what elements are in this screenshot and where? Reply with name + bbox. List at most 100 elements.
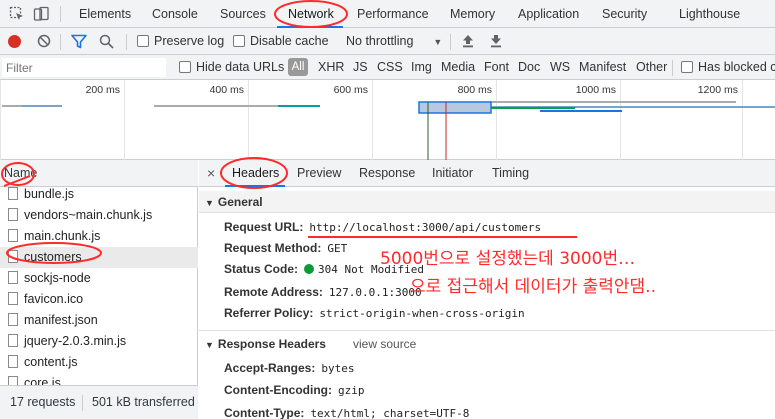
request-name: content.js: [24, 355, 78, 369]
transferred-size: 501 kB transferred: [92, 395, 195, 409]
tab-initiator[interactable]: Initiator: [432, 160, 473, 187]
search-icon[interactable]: [99, 34, 114, 52]
annotation-text-line2: 으로 접근해서 데이터가 출력안댐..: [410, 277, 656, 297]
request-name: manifest.json: [24, 313, 98, 327]
has-blocked-label: Has blocked c: [698, 60, 775, 74]
network-toolbar: Preserve log Disable cache No throttling…: [0, 28, 775, 55]
file-icon: [8, 250, 18, 263]
timeline-waterfall-graph: [2, 101, 775, 160]
request-name: jquery-2.0.3.min.js: [24, 334, 127, 348]
header-key: Accept-Ranges:: [224, 361, 316, 375]
header-row-content-type: Content-Type: text/html; charset=UTF-8: [224, 403, 469, 419]
status-bar: 17 requests 501 kB transferred: [0, 385, 198, 419]
request-row[interactable]: sockjs-node: [0, 268, 198, 289]
type-filter-js[interactable]: JS: [353, 55, 368, 80]
request-row[interactable]: main.chunk.js: [0, 226, 198, 247]
close-icon[interactable]: ×: [207, 160, 215, 187]
tab-security[interactable]: Security: [602, 0, 647, 28]
header-value: bytes: [321, 362, 355, 375]
timeline-overview[interactable]: 200 ms 400 ms 600 ms 800 ms 1000 ms 1200…: [0, 80, 775, 160]
tab-lighthouse[interactable]: Lighthouse: [679, 0, 740, 28]
header-value: text/html; charset=UTF-8: [310, 407, 470, 419]
type-filter-doc[interactable]: Doc: [518, 55, 540, 80]
collapse-triangle-icon: ▼: [205, 340, 214, 350]
file-icon: [8, 292, 18, 305]
request-row[interactable]: content.js: [0, 352, 198, 373]
request-row[interactable]: manifest.json: [0, 310, 198, 331]
tab-memory[interactable]: Memory: [450, 0, 495, 28]
devtools-tab-bar: Elements Console Sources Network Perform…: [0, 0, 775, 28]
file-icon: [8, 334, 18, 347]
tab-performance[interactable]: Performance: [357, 0, 429, 28]
header-value: gzip: [337, 384, 365, 397]
header-key: Remote Address:: [224, 285, 323, 299]
chevron-down-icon: ▼: [433, 37, 443, 47]
header-key: Content-Encoding:: [224, 383, 332, 397]
header-row-request-url: Request URL: http://localhost:3000/api/cu…: [224, 217, 541, 238]
throttling-select[interactable]: No throttling ▼: [346, 28, 442, 55]
tab-response[interactable]: Response: [359, 160, 415, 187]
request-name: sockjs-node: [24, 271, 91, 285]
header-row-referrer-policy: Referrer Policy: strict-origin-when-cross…: [224, 303, 525, 324]
tab-sources[interactable]: Sources: [220, 0, 266, 28]
tab-timing[interactable]: Timing: [492, 160, 529, 187]
request-row[interactable]: vendors~main.chunk.js: [0, 205, 198, 226]
annotation-text-line1: 5000번으로 설정했는데 3000번…: [380, 249, 636, 269]
export-har-icon[interactable]: [490, 34, 502, 51]
view-source-link[interactable]: view source: [353, 334, 416, 355]
hide-data-urls-label: Hide data URLs: [196, 60, 285, 74]
request-row[interactable]: jquery-2.0.3.min.js: [0, 331, 198, 352]
import-har-icon[interactable]: [462, 34, 474, 51]
response-headers-title: Response Headers: [217, 337, 326, 351]
tab-application[interactable]: Application: [518, 0, 579, 28]
tab-network[interactable]: Network: [288, 0, 334, 28]
device-toolbar-icon[interactable]: [33, 6, 49, 22]
filter-bar: Hide data URLs All XHR JS CSS Img Media …: [0, 55, 775, 80]
file-icon: [8, 229, 18, 242]
has-blocked-cookies-checkbox[interactable]: Has blocked c: [681, 55, 775, 80]
request-row[interactable]: favicon.ico: [0, 289, 198, 310]
request-name: bundle.js: [24, 187, 75, 201]
request-list-pane: Name bundle.js vendors~main.chunk.js mai…: [0, 160, 198, 419]
request-row-selected[interactable]: customers: [0, 247, 198, 268]
request-name: customers: [24, 250, 82, 264]
response-headers-section-header[interactable]: ▼ Response Headers: [205, 334, 326, 355]
active-tab-indicator: [225, 185, 285, 187]
preserve-log-checkbox[interactable]: Preserve log: [137, 28, 224, 55]
record-icon[interactable]: [8, 35, 21, 48]
file-icon: [8, 355, 18, 368]
inspect-element-icon[interactable]: [9, 6, 25, 22]
type-filter-css[interactable]: CSS: [377, 55, 403, 80]
clear-icon[interactable]: [37, 34, 51, 51]
request-row[interactable]: core.js: [0, 373, 198, 385]
request-count: 17 requests: [10, 395, 76, 409]
header-value: GET: [327, 242, 348, 255]
tab-console[interactable]: Console: [152, 0, 198, 28]
filter-input[interactable]: [2, 58, 166, 77]
hide-data-urls-checkbox[interactable]: Hide data URLs: [179, 55, 284, 80]
disable-cache-checkbox[interactable]: Disable cache: [233, 28, 329, 55]
header-row-content-encoding: Content-Encoding: gzip: [224, 380, 364, 401]
type-filter-ws[interactable]: WS: [550, 55, 570, 80]
type-filter-manifest[interactable]: Manifest: [579, 55, 626, 80]
request-name: vendors~main.chunk.js: [24, 208, 153, 222]
file-icon: [8, 208, 18, 221]
request-row[interactable]: bundle.js: [0, 184, 198, 205]
general-section-header[interactable]: ▼ General: [199, 191, 775, 213]
type-filter-img[interactable]: Img: [411, 55, 432, 80]
header-row-request-method: Request Method: GET: [224, 238, 347, 259]
tab-headers[interactable]: Headers: [232, 160, 279, 187]
type-filter-font[interactable]: Font: [484, 55, 509, 80]
file-icon: [8, 376, 18, 385]
header-key: Referrer Policy:: [224, 306, 314, 320]
type-filter-xhr[interactable]: XHR: [318, 55, 344, 80]
tab-preview[interactable]: Preview: [297, 160, 341, 187]
type-filter-other[interactable]: Other: [636, 55, 667, 80]
header-value: strict-origin-when-cross-origin: [319, 307, 525, 320]
name-column-header[interactable]: Name: [0, 160, 198, 187]
tab-elements[interactable]: Elements: [79, 0, 131, 28]
filter-icon[interactable]: [71, 34, 87, 52]
throttling-value: No throttling: [346, 34, 414, 48]
type-filter-all[interactable]: All: [288, 58, 308, 76]
type-filter-media[interactable]: Media: [441, 55, 475, 80]
